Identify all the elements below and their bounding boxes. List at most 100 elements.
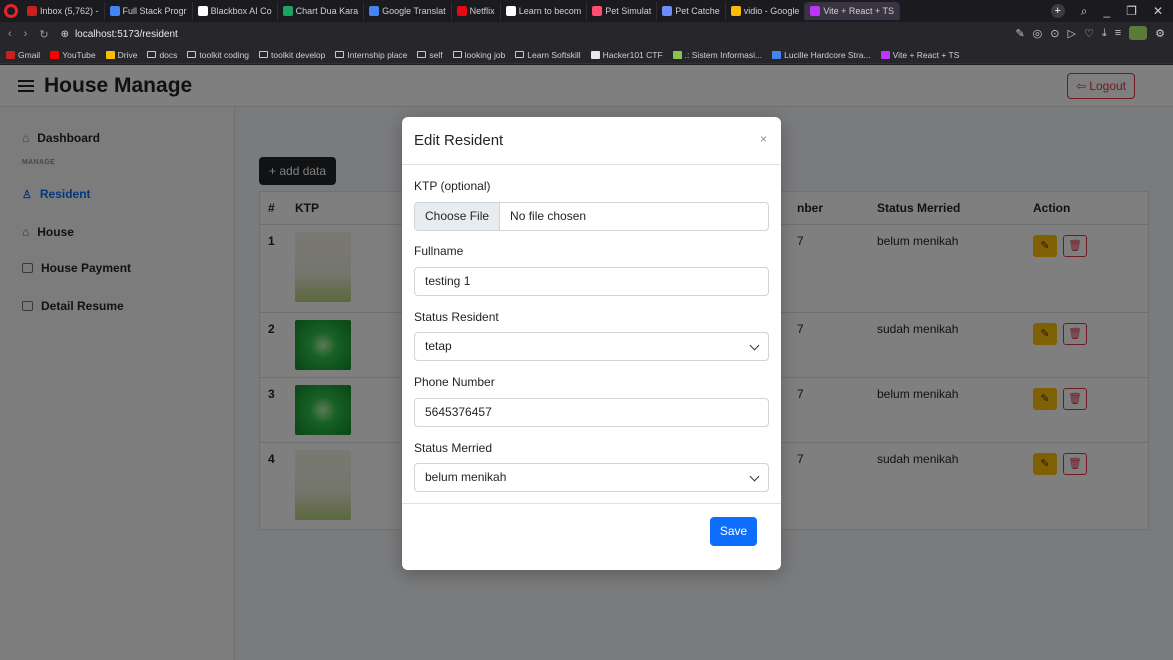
folder-icon — [417, 51, 427, 58]
tab-favicon-icon — [456, 6, 467, 16]
bookmark-item[interactable]: Hacker101 CTF — [590, 49, 663, 60]
folder-icon — [147, 51, 157, 58]
bookmark-label: toolkit develop — [271, 49, 326, 60]
folder-icon — [187, 51, 197, 58]
bookmark-item[interactable]: Learn Softskill — [515, 49, 581, 60]
address-bar-actions: ✎ ◎ ⊙ ▷ ♡ ⤓ ≡ ⚙ — [1015, 26, 1165, 40]
browser-tab[interactable]: Full Stack Progr — [105, 2, 193, 20]
browser-tab-bar: Inbox (5,762) - Full Stack Progr Blackbox … — [0, 0, 1173, 22]
modal-footer-divider — [402, 503, 781, 504]
browser-tab[interactable]: vidio - Google — [726, 2, 806, 20]
browser-tab[interactable]: Netflix — [452, 2, 501, 20]
close-icon[interactable]: × — [760, 132, 767, 146]
bookmark-label: Gmail — [18, 49, 41, 60]
browser-tab[interactable]: Vite + React + TS — [805, 2, 901, 20]
bookmark-item[interactable]: toolkit coding — [187, 50, 249, 60]
bookmark-label: toolkit coding — [199, 49, 250, 60]
bookmark-item[interactable]: Vite + React + TS — [880, 49, 960, 60]
save-button[interactable]: Save — [710, 517, 757, 546]
bookmark-item[interactable]: docs — [147, 50, 177, 60]
folder-icon — [515, 51, 525, 58]
minimize-icon[interactable]: _ — [1103, 4, 1110, 18]
ktp-label: KTP (optional) — [414, 179, 491, 193]
bookmark-label: looking job — [464, 49, 506, 60]
tab-label: Google Translat — [382, 6, 446, 16]
bookmark-item[interactable]: self — [417, 49, 443, 60]
bookmark-label: Hacker101 CTF — [602, 49, 663, 60]
phone-label: Phone Number — [414, 375, 495, 389]
phone-number-input[interactable]: 5645376457 — [414, 398, 769, 427]
fullname-input[interactable]: testing 1 — [414, 267, 769, 296]
tab-favicon-icon — [592, 6, 603, 16]
menu-icon[interactable]: ≡ — [1115, 27, 1121, 39]
restore-icon[interactable]: ❐ — [1126, 4, 1137, 18]
ktp-file-input[interactable]: Choose File No file chosen — [414, 202, 769, 231]
play-icon[interactable]: ▷ — [1067, 27, 1075, 40]
bookmark-label: Internship place — [347, 49, 408, 60]
browser-tab[interactable]: Pet Simulat — [587, 2, 658, 20]
folder-icon — [335, 51, 345, 58]
status-merried-value: belum menikah — [425, 470, 507, 484]
browser-tab[interactable]: Blackbox AI Co — [193, 2, 278, 20]
edit-icon[interactable]: ✎ — [1015, 27, 1024, 40]
browser-tab[interactable]: Inbox (5,762) - — [22, 2, 105, 20]
bookmark-label: self — [429, 49, 443, 60]
forward-icon[interactable]: › — [24, 28, 28, 40]
extension-avatar-icon[interactable] — [1129, 26, 1148, 40]
bookmark-favicon-icon — [772, 50, 782, 59]
download-icon[interactable]: ⤓ — [1102, 27, 1107, 40]
tab-label: Pet Simulat — [605, 6, 652, 16]
bookmark-item[interactable]: looking job — [452, 49, 506, 60]
bookmark-label: docs — [159, 49, 178, 60]
bookmark-item[interactable]: YouTube — [50, 50, 96, 60]
tab-label: Chart Dua Kara — [295, 6, 359, 16]
tab-favicon-icon — [810, 6, 821, 16]
heart-icon[interactable]: ♡ — [1084, 27, 1094, 40]
new-tab-button[interactable]: + — [1050, 4, 1065, 18]
chevron-down-icon — [749, 340, 760, 351]
tab-label: Blackbox AI Co — [210, 6, 272, 16]
modal-header: Edit Resident × — [402, 117, 781, 165]
tab-label: vidio - Google — [743, 6, 800, 16]
bookmark-favicon-icon — [105, 50, 115, 59]
back-icon[interactable]: ‹ — [8, 28, 12, 40]
settings-icon[interactable]: ⚙ — [1155, 27, 1165, 40]
browser-tab[interactable]: Learn to becom — [501, 2, 588, 20]
tab-favicon-icon — [662, 6, 673, 16]
bookmark-favicon-icon — [672, 50, 682, 59]
site-info-icon[interactable]: ⊕ — [61, 29, 69, 40]
tab-label: Pet Catche — [675, 6, 720, 16]
choose-file-button[interactable]: Choose File — [415, 203, 501, 230]
bookmark-item[interactable]: Internship place — [335, 50, 407, 60]
bookmark-item[interactable]: Drive — [105, 50, 137, 60]
browser-tab[interactable]: Pet Catche — [657, 2, 726, 20]
status-resident-select[interactable]: tetap — [414, 332, 769, 361]
bookmark-label: Learn Softskill — [527, 49, 581, 60]
status-merried-label: Status Merried — [414, 441, 493, 455]
chevron-down-icon — [749, 471, 760, 482]
bookmark-label: .: Sistem Informasi... — [684, 49, 763, 60]
bookmark-item[interactable]: toolkit develop — [259, 50, 325, 60]
bookmark-item[interactable]: Gmail — [6, 50, 40, 60]
camera-icon[interactable]: ◎ — [1033, 27, 1043, 40]
bookmark-item[interactable]: .: Sistem Informasi... — [672, 49, 763, 60]
bookmark-label: Vite + React + TS — [892, 49, 960, 60]
bookmark-favicon-icon — [590, 50, 600, 59]
browser-tab[interactable]: Chart Dua Kara — [278, 2, 365, 20]
tab-favicon-icon — [197, 6, 208, 16]
close-window-icon[interactable]: ✕ — [1153, 4, 1163, 18]
opera-logo-icon[interactable] — [4, 4, 18, 18]
reload-icon[interactable]: ↻ — [39, 28, 48, 41]
url-field[interactable]: localhost:5173/resident — [75, 29, 178, 40]
shield-icon[interactable]: ⊙ — [1050, 27, 1059, 40]
status-merried-select[interactable]: belum menikah — [414, 463, 769, 492]
tab-label: Vite + React + TS — [823, 6, 895, 16]
folder-icon — [452, 51, 462, 58]
tab-label: Netflix — [469, 6, 495, 16]
bookmark-favicon-icon — [880, 50, 890, 59]
browser-tab[interactable]: Google Translat — [364, 2, 452, 20]
address-bar: ‹ › ↻ ⊕ localhost:5173/resident ✎ ◎ ⊙ ▷ … — [0, 22, 1173, 46]
search-tabs-icon[interactable]: ⌕ — [1081, 4, 1088, 19]
window-controls: + ⌕ _ ❐ ✕ — [1050, 0, 1173, 22]
bookmark-item[interactable]: Lucille Hardcore Stra... — [772, 50, 871, 60]
